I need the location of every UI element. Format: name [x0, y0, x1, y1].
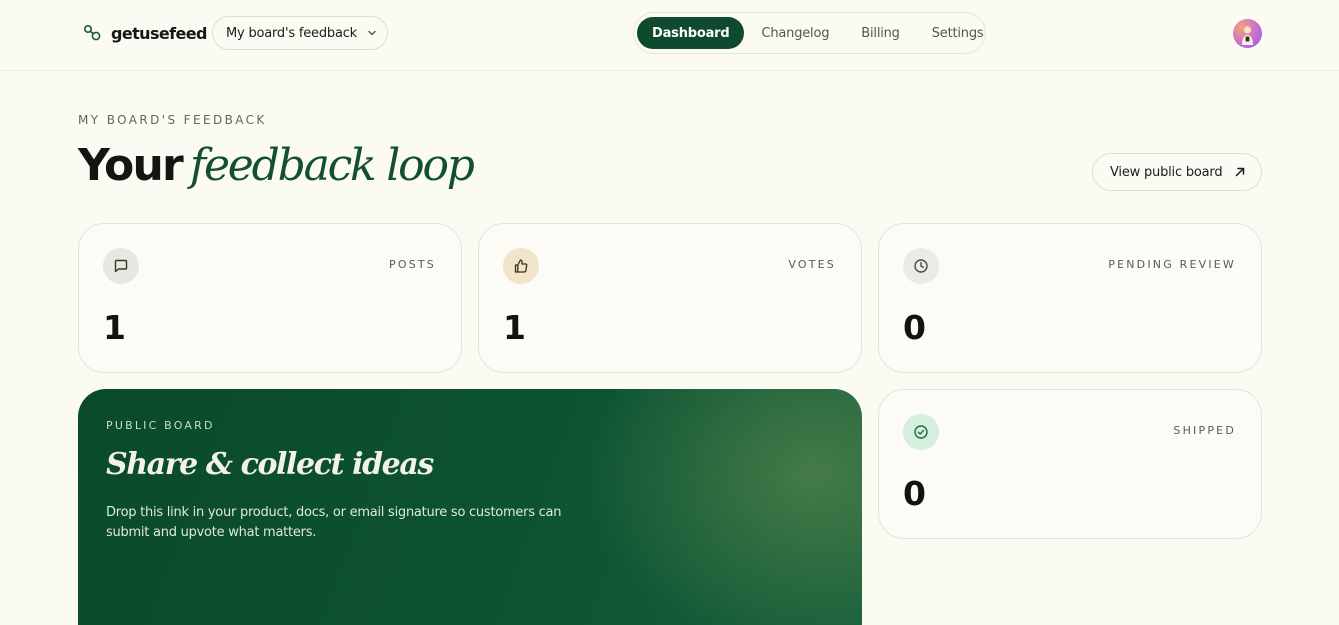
page-title-accent: feedback loop [189, 140, 475, 191]
stat-card-posts: POSTS 1 [78, 223, 462, 373]
stat-card-pending-review: PENDING REVIEW 0 [878, 223, 1262, 373]
public-board-eyebrow: PUBLIC BOARD [106, 419, 215, 432]
brand[interactable]: getusefeed [82, 22, 207, 44]
tab-billing[interactable]: Billing [846, 17, 914, 49]
tab-settings[interactable]: Settings [917, 17, 999, 49]
public-board-panel: PUBLIC BOARD Share & collect ideas Drop … [78, 389, 862, 625]
board-selector-label: My board's feedback [226, 25, 357, 41]
tab-dashboard[interactable]: Dashboard [637, 17, 745, 49]
view-public-board-button[interactable]: View public board [1092, 153, 1262, 191]
brand-name: getusefeed [111, 23, 207, 43]
shipped-icon-badge [903, 414, 939, 450]
posts-label: POSTS [389, 258, 436, 271]
votes-icon-badge [503, 248, 539, 284]
public-board-title: Share & collect ideas [106, 447, 434, 482]
votes-count: 1 [503, 308, 526, 347]
public-board-description: Drop this link in your product, docs, or… [106, 505, 562, 540]
shipped-label: SHIPPED [1173, 424, 1236, 437]
page-eyebrow: MY BOARD'S FEEDBACK [78, 113, 267, 127]
page-title-plain: Your [78, 140, 184, 191]
tab-changelog[interactable]: Changelog [746, 17, 844, 49]
board-selector-dropdown[interactable]: My board's feedback [212, 16, 388, 50]
posts-icon-badge [103, 248, 139, 284]
stat-card-shipped: SHIPPED 0 [878, 389, 1262, 539]
posts-count: 1 [103, 308, 126, 347]
top-navigation-bar: getusefeed My board's feedback Dashboard… [0, 0, 1339, 71]
thumbs-up-icon [514, 259, 528, 273]
votes-label: VOTES [788, 258, 836, 271]
stat-card-votes: VOTES 1 [478, 223, 862, 373]
pending-review-count: 0 [903, 308, 926, 347]
chevron-down-icon [368, 30, 376, 36]
view-public-board-label: View public board [1110, 164, 1223, 180]
message-square-icon [114, 259, 128, 273]
user-avatar[interactable] [1233, 19, 1262, 48]
arrow-up-right-icon [1236, 167, 1245, 177]
brand-logo-icon [83, 24, 101, 40]
main-nav-tabs: Dashboard Changelog Billing Settings [633, 12, 986, 54]
check-circle-icon [914, 425, 928, 439]
pending-icon-badge [903, 248, 939, 284]
shipped-count: 0 [903, 474, 926, 513]
user-avatar-image [1242, 26, 1253, 45]
clock-icon [914, 259, 928, 273]
pending-review-label: PENDING REVIEW [1108, 258, 1236, 271]
page-title: Your feedback loop [78, 138, 475, 194]
